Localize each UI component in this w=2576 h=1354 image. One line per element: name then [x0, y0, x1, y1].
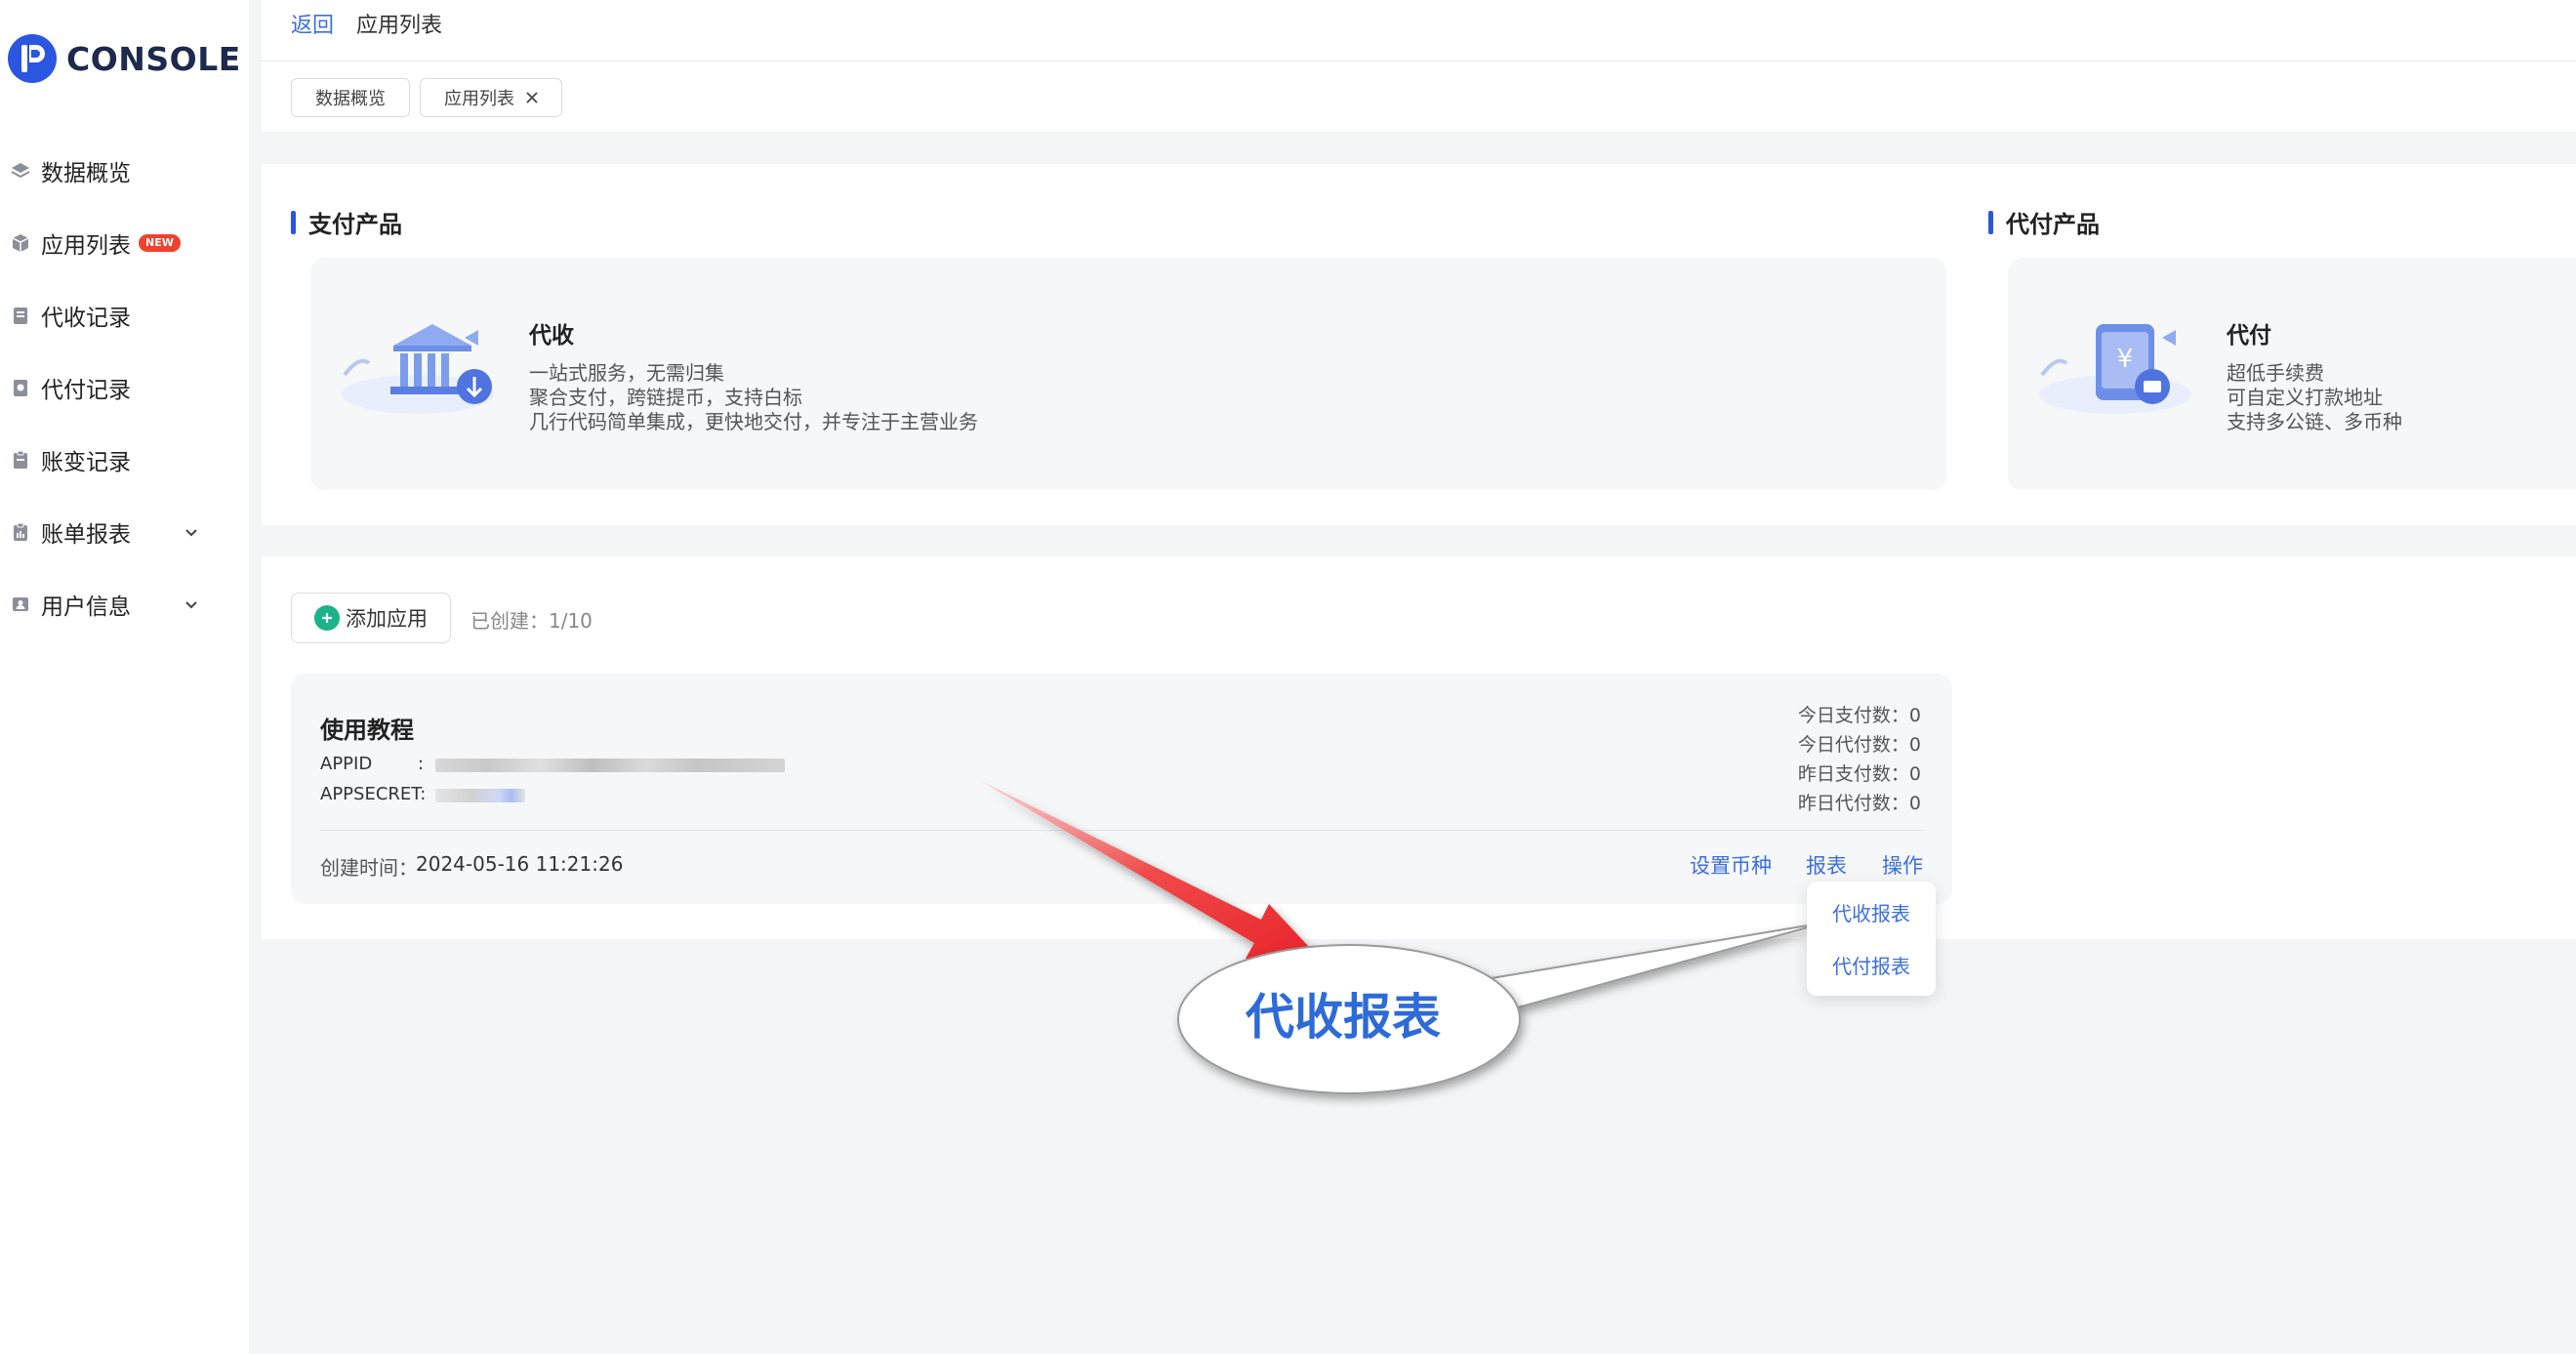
dropdown-item-collection-report[interactable]: 代收报表 [1807, 898, 1936, 926]
annotation-overlay [981, 781, 1826, 1094]
callout-pointer-icon [1471, 922, 1826, 1009]
dropdown-item-payout-report[interactable]: 代付报表 [1807, 951, 1936, 979]
callout-text: 代收报表 [1246, 989, 1441, 1046]
report-dropdown: 代收报表 代付报表 [1807, 882, 1936, 996]
red-arrow-icon [981, 781, 1323, 962]
